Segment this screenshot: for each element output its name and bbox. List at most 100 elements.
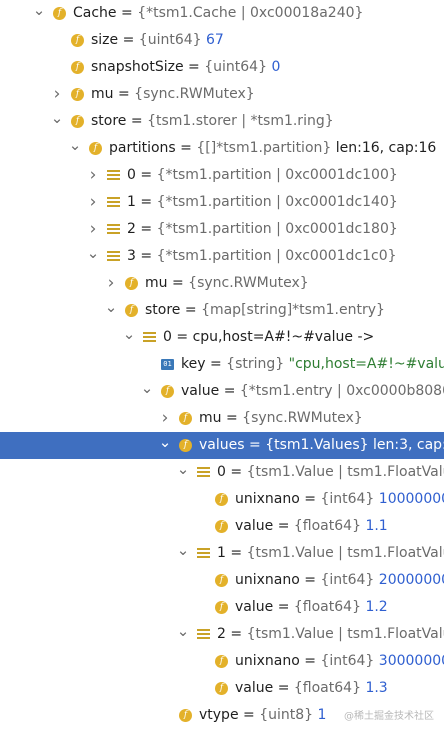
debugger-variables-tree: ⌄ f Cache = {*tsm1.Cache | 0xc00018a240} f s… [0,0,444,729]
tree-row[interactable]: f unixnano = {int64} 2000000000 [0,567,444,594]
tree-row[interactable]: › f mu = {sync.RWMutex} [0,270,444,297]
chevron-right-icon[interactable]: › [158,405,172,432]
chevron-down-icon[interactable]: ⌄ [158,432,172,459]
chevron-down-icon[interactable]: ⌄ [176,459,190,486]
variable-value: 67 [206,32,224,48]
tree-row[interactable]: 01 key = {string} "cpu,host=A#!~#value" [0,351,444,378]
tree-row[interactable]: f snapshotSize = {uint64} 0 [0,54,444,81]
chevron-right-icon[interactable]: › [86,216,100,243]
tree-row[interactable]: ⌄ f value = {*tsm1.entry | 0xc0000b8080} [0,378,444,405]
tree-row-text: mu = {sync.RWMutex} [199,405,363,432]
chevron-down-icon[interactable]: ⌄ [176,621,190,648]
field-icon: f [215,655,228,668]
variable-name: partitions [109,140,176,156]
equals-sign: = [135,194,157,210]
tree-row[interactable]: ⌄ 1 = {tsm1.Value | tsm1.FloatValue} [0,540,444,567]
chevron-right-icon[interactable]: › [50,81,64,108]
chevron-down-icon[interactable]: ⌄ [68,135,82,162]
variable-name: 0 [163,329,172,345]
tree-row[interactable]: f unixnano = {int64} 1000000000 [0,486,444,513]
tree-row-text: value = {float64} 1.1 [235,513,388,540]
chevron-right-icon[interactable]: › [86,162,100,189]
tree-row[interactable]: ⌄ f partitions = {[]*tsm1.partition} len:1… [0,135,444,162]
chevron-down-icon[interactable]: ⌄ [50,108,64,135]
variable-type: {tsm1.Value | tsm1.FloatValue} [246,626,444,642]
tree-row-text: value = {*tsm1.entry | 0xc0000b8080} [181,378,444,405]
variable-name: value [181,383,220,399]
equals-sign: = [171,329,193,345]
variable-name: snapshotSize [91,59,184,75]
chevron-right-icon[interactable]: › [104,270,118,297]
tree-row[interactable]: f size = {uint64} 67 [0,27,444,54]
variable-value: "cpu,host=A#!~#value" [288,356,444,372]
index-icon [197,467,210,477]
equals-sign: = [238,707,260,723]
tree-row[interactable]: › f mu = {sync.RWMutex} [0,81,444,108]
equals-sign: = [113,86,135,102]
chevron-down-icon[interactable]: ⌄ [176,540,190,567]
tree-row[interactable]: ⌄ f store = {map[string]*tsm1.entry} [0,297,444,324]
tree-row-text: Cache = {*tsm1.Cache | 0xc00018a240} [73,0,363,27]
chevron-down-icon[interactable]: ⌄ [32,0,46,27]
variable-value: 2000000000 [378,572,444,588]
tree-row-text: mu = {sync.RWMutex} [91,81,255,108]
equals-sign: = [126,113,148,129]
tree-row[interactable]: ⌄fvalues = {tsm1.Values} len:3, cap:3 [0,432,444,459]
tree-row-text: vtype = {uint8} 1 [199,702,326,729]
tree-row[interactable]: › 1 = {*tsm1.partition | 0xc0001dc140} [0,189,444,216]
chevron-down-icon[interactable]: ⌄ [140,378,154,405]
tree-row[interactable]: ⌄ 0 = {tsm1.Value | tsm1.FloatValue} [0,459,444,486]
field-icon: f [179,439,192,452]
tree-row-text: value = {float64} 1.2 [235,594,388,621]
tree-row-text: value = {float64} 1.3 [235,675,388,702]
field-icon: f [215,601,228,614]
field-icon: f [215,520,228,533]
tree-row[interactable]: ⌄ f Cache = {*tsm1.Cache | 0xc00018a240} [0,0,444,27]
tree-row[interactable]: f value = {float64} 1.3 [0,675,444,702]
tree-row[interactable]: f value = {float64} 1.1 [0,513,444,540]
variable-value: 3000000000 [378,653,444,669]
variable-value: 0 [271,59,281,75]
tree-row[interactable]: ⌄ 3 = {*tsm1.partition | 0xc0001dc1c0} [0,243,444,270]
variable-name: unixnano [235,572,300,588]
tree-row[interactable]: ⌄ 0 = cpu,host=A#!~#value -> [0,324,444,351]
tree-row[interactable]: › 2 = {*tsm1.partition | 0xc0001dc180} [0,216,444,243]
index-icon [197,548,210,558]
equals-sign: = [118,32,139,48]
variable-name: 1 [217,545,226,561]
chevron-down-icon[interactable]: ⌄ [104,297,118,324]
tree-row-text: size = {uint64} 67 [91,27,224,54]
tree-row[interactable]: › 0 = {*tsm1.partition | 0xc0001dc100} [0,162,444,189]
equals-sign: = [219,383,240,399]
field-icon: f [89,142,102,155]
variable-name: 1 [127,194,136,210]
tree-row[interactable]: f value = {float64} 1.2 [0,594,444,621]
variable-name: value [235,599,274,615]
chevron-right-icon[interactable]: › [86,189,100,216]
equals-sign: = [180,302,202,318]
variable-type: {uint64} [138,32,202,48]
tree-row[interactable]: ⌄ 2 = {tsm1.Value | tsm1.FloatValue} [0,621,444,648]
variable-type: {uint64} [204,59,267,75]
chevron-down-icon[interactable]: ⌄ [122,324,136,351]
tree-row-text: store = {tsm1.storer | *tsm1.ring} [91,108,334,135]
tree-row[interactable]: › f mu = {sync.RWMutex} [0,405,444,432]
tree-row[interactable]: f unixnano = {int64} 3000000000 [0,648,444,675]
watermark: @稀土掘金技术社区 [344,711,434,722]
variable-type: {[]*tsm1.partition} [196,140,332,156]
tree-row-text: unixnano = {int64} 3000000000 [235,648,444,675]
variable-name: 2 [217,626,226,642]
field-icon: f [71,61,84,74]
chevron-down-icon[interactable]: ⌄ [86,243,100,270]
variable-name: value [235,680,274,696]
tree-row[interactable]: ⌄ f store = {tsm1.storer | *tsm1.ring} [0,108,444,135]
index-icon [107,251,120,261]
variable-value: 1.2 [365,599,388,615]
index-icon [143,332,156,342]
variable-type: {float64} [293,680,361,696]
variable-value: cpu,host=A#!~#value -> [192,329,375,345]
variable-name: size [91,32,119,48]
equals-sign: = [135,248,157,264]
equals-sign: = [299,572,321,588]
variable-name: 0 [127,167,136,183]
